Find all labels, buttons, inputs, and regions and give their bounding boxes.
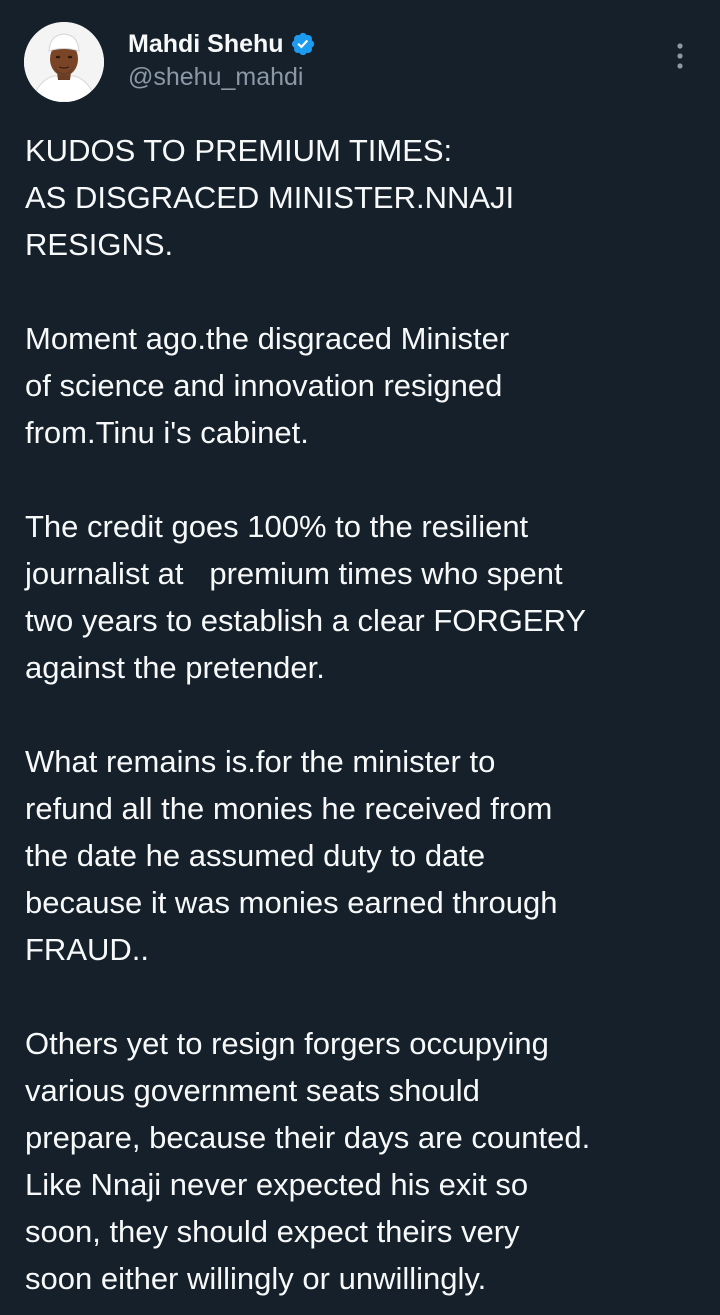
- tweet-line: soon, they should expect theirs very: [25, 1214, 520, 1249]
- tweet-line: FRAUD..: [25, 932, 149, 967]
- tweet-line: Moment ago.the disgraced Minister: [25, 321, 510, 356]
- tweet-line: against the pretender.: [25, 650, 325, 685]
- tweet-line: prepare, because their days are counted.: [25, 1120, 591, 1155]
- tweet-paragraph: Others yet to resign forgers occupying va…: [25, 1020, 705, 1302]
- tweet-line: Like Nnaji never expected his exit so: [25, 1167, 529, 1202]
- more-vertical-icon[interactable]: [672, 40, 688, 72]
- tweet-line: from.Tinu i's cabinet.: [25, 415, 309, 450]
- author-names: Mahdi Shehu @shehu_mahdi: [128, 28, 316, 92]
- tweet-line: refund all the monies he received from: [25, 791, 553, 826]
- tweet-header: Mahdi Shehu @shehu_mahdi: [24, 22, 696, 104]
- tweet-line: various government seats should: [25, 1073, 480, 1108]
- display-name[interactable]: Mahdi Shehu: [128, 29, 284, 59]
- tweet-line: of science and innovation resigned: [25, 368, 503, 403]
- tweet-line: The credit goes 100% to the resilient: [25, 509, 529, 544]
- tweet-line: AS DISGRACED MINISTER.NNAJI: [25, 180, 515, 215]
- tweet-line: soon either willingly or unwillingly.: [25, 1261, 487, 1296]
- tweet-line: What remains is.for the minister to: [25, 744, 496, 779]
- display-name-row: Mahdi Shehu: [128, 28, 316, 60]
- avatar-image: [24, 22, 104, 102]
- verified-badge-icon[interactable]: [290, 31, 316, 57]
- tweet-paragraph: Moment ago.the disgraced Minister of scie…: [25, 315, 705, 456]
- tweet-line: Others yet to resign forgers occupying: [25, 1026, 549, 1061]
- tweet-text: KUDOS TO PREMIUM TIMES: AS DISGRACED MINI…: [25, 127, 705, 1302]
- tweet-line: because it was monies earned through: [25, 885, 558, 920]
- tweet-line: RESIGNS.: [25, 227, 174, 262]
- tweet-line: KUDOS TO PREMIUM TIMES:: [25, 133, 453, 168]
- tweet-paragraph: The credit goes 100% to the resilient jou…: [25, 503, 705, 691]
- tweet-paragraph: KUDOS TO PREMIUM TIMES: AS DISGRACED MINI…: [25, 127, 705, 268]
- user-handle[interactable]: @shehu_mahdi: [128, 62, 316, 92]
- avatar[interactable]: [24, 22, 104, 102]
- tweet-line: the date he assumed duty to date: [25, 838, 486, 873]
- tweet: Mahdi Shehu @shehu_mahdi KUDOS TO PREMIU…: [0, 0, 720, 1315]
- tweet-line: two years to establish a clear FORGERY: [25, 603, 587, 638]
- tweet-paragraph: What remains is.for the minister to refun…: [25, 738, 705, 973]
- tweet-line: journalist at premium times who spent: [25, 556, 563, 591]
